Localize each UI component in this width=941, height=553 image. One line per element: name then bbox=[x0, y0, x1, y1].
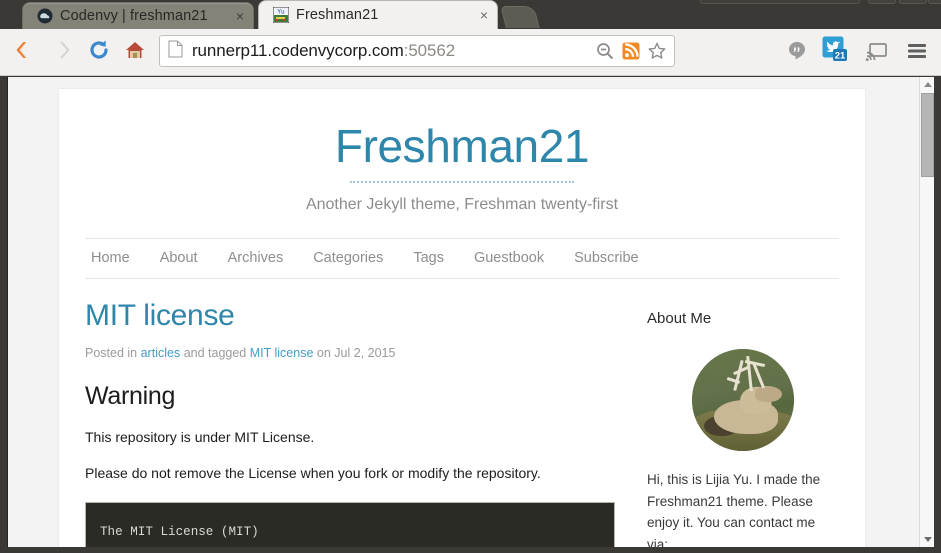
post-paragraph-2: Please do not remove the License when yo… bbox=[85, 464, 541, 481]
codenvy-cloud-icon bbox=[37, 8, 53, 24]
address-bar[interactable]: runnerp11.codenvycorp.com:50562 bbox=[159, 35, 675, 67]
nav-item-home[interactable]: Home bbox=[91, 250, 130, 266]
back-button[interactable] bbox=[6, 33, 40, 67]
browser-tab-freshman21[interactable]: Yu Freshman21 × bbox=[258, 0, 498, 29]
site-nav: Home About Archives Categories Tags Gues… bbox=[85, 237, 839, 279]
nav-item-guestbook[interactable]: Guestbook bbox=[474, 250, 544, 266]
nav-item-subscribe[interactable]: Subscribe bbox=[574, 250, 638, 266]
window-bottom-frame bbox=[0, 547, 941, 553]
nav-item-categories[interactable]: Categories bbox=[313, 250, 383, 266]
scrollbar-thumb[interactable] bbox=[921, 93, 934, 177]
address-bar-text: runnerp11.codenvycorp.com:50562 bbox=[192, 41, 592, 61]
chromecast-icon[interactable] bbox=[862, 36, 892, 66]
site-title: Freshman21 bbox=[334, 120, 590, 172]
window-left-frame bbox=[0, 77, 7, 553]
main-column: MIT license Posted in articles and tagge… bbox=[85, 299, 615, 547]
window-right-frame bbox=[934, 77, 941, 553]
sidebar-bio: Hi, this is Lijia Yu. I made the Freshma… bbox=[647, 471, 821, 547]
twitter-extension-icon[interactable]: 21 bbox=[820, 34, 850, 64]
post-heading-warning: Warning bbox=[85, 381, 176, 410]
browser-tab-codenvy[interactable]: Codenvy | freshman21 × bbox=[22, 2, 254, 29]
meta-posted-in-label: Posted in bbox=[85, 345, 138, 360]
scrollbar-down-arrow[interactable] bbox=[920, 532, 935, 547]
nav-item-archives[interactable]: Archives bbox=[228, 250, 284, 266]
sidebar-column: About Me Hi, this is Lijia Yu. I made th… bbox=[615, 299, 839, 547]
sidebar-heading-about-me: About Me bbox=[647, 309, 712, 327]
tab-title: Codenvy | freshman21 bbox=[60, 8, 208, 24]
site-subtitle: Another Jekyll theme, Freshman twenty-fi… bbox=[305, 195, 619, 213]
post-title: MIT license bbox=[85, 298, 235, 332]
tab-title: Freshman21 bbox=[296, 7, 379, 23]
freshman21-favicon: Yu bbox=[272, 6, 290, 24]
tab-strip: Codenvy | freshman21 × Yu Freshman21 × bbox=[0, 0, 941, 29]
address-host: runnerp11.codenvycorp.com bbox=[192, 41, 404, 60]
forward-button bbox=[46, 33, 80, 67]
post-meta: Posted in articles and tagged MIT licens… bbox=[85, 346, 615, 360]
tab-close-icon[interactable]: × bbox=[231, 9, 249, 23]
meta-category-link[interactable]: articles bbox=[141, 346, 181, 360]
hamburger-menu-icon[interactable] bbox=[902, 36, 932, 66]
reload-button[interactable] bbox=[82, 33, 116, 67]
page-document-icon bbox=[168, 40, 186, 63]
svg-text:Yu: Yu bbox=[277, 9, 285, 16]
content-columns: MIT license Posted in articles and tagge… bbox=[59, 299, 865, 547]
post-paragraph-1: This repository is under MIT License. bbox=[85, 428, 315, 445]
new-tab-button[interactable] bbox=[500, 6, 540, 28]
star-bookmark-icon[interactable] bbox=[644, 38, 670, 64]
page-viewport: Freshman21 Another Jekyll theme, Freshma… bbox=[7, 77, 934, 547]
zoom-out-magnifier-icon[interactable] bbox=[592, 38, 618, 64]
address-port: :50562 bbox=[403, 41, 456, 60]
home-button[interactable] bbox=[118, 33, 152, 67]
nav-item-tags[interactable]: Tags bbox=[413, 250, 444, 266]
avatar-deer-head bbox=[755, 386, 782, 402]
meta-tag-link[interactable]: MIT license bbox=[250, 346, 314, 360]
meta-and-tagged-label: and tagged bbox=[183, 345, 247, 360]
meta-date: Jul 2, 2015 bbox=[334, 345, 396, 360]
license-code-block: The MIT License (MIT) Copyright (c) 2014… bbox=[85, 502, 615, 547]
license-code-text: The MIT License (MIT) Copyright (c) 2014… bbox=[100, 525, 259, 540]
scrollbar-up-arrow[interactable] bbox=[920, 77, 935, 92]
hangouts-icon[interactable] bbox=[782, 36, 812, 66]
nav-item-about[interactable]: About bbox=[160, 250, 198, 266]
browser-window: Codenvy | freshman21 × Yu Freshman21 × r… bbox=[0, 0, 941, 553]
twitter-unread-badge: 21 bbox=[834, 50, 845, 61]
meta-on-label: on bbox=[316, 345, 331, 360]
avatar bbox=[692, 348, 794, 451]
title-dotted-rule bbox=[350, 180, 574, 183]
site-content-card: Freshman21 Another Jekyll theme, Freshma… bbox=[59, 89, 865, 547]
tab-close-icon[interactable]: × bbox=[475, 8, 493, 22]
page-scrollbar[interactable] bbox=[919, 77, 934, 547]
rss-feed-icon[interactable] bbox=[618, 38, 644, 64]
